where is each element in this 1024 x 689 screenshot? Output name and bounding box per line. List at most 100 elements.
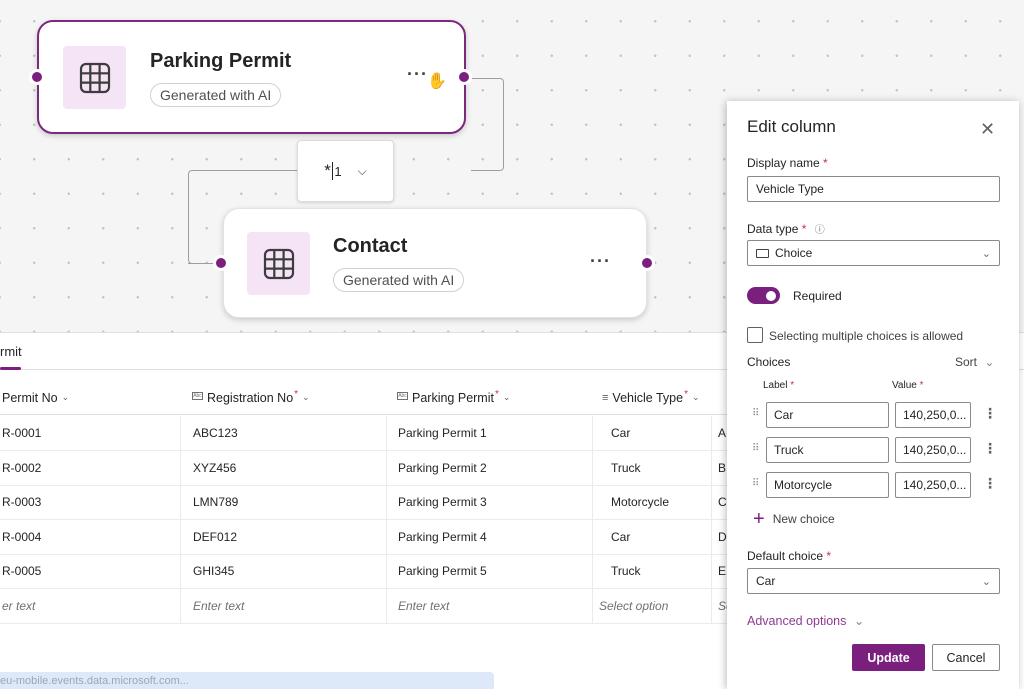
drag-handle-icon[interactable]: ⠿ bbox=[752, 408, 759, 419]
default-choice-dropdown[interactable]: Car ⌄ bbox=[747, 568, 1000, 594]
default-choice-value: Car bbox=[756, 574, 776, 588]
choice-value-input[interactable]: 140,250,0... bbox=[895, 437, 971, 463]
new-row-cell[interactable]: Select option bbox=[592, 589, 710, 623]
data-type-value: Choice bbox=[775, 246, 813, 260]
drag-handle-icon[interactable]: ⠿ bbox=[752, 478, 759, 489]
grid-cell[interactable]: R-0002 bbox=[0, 451, 178, 485]
status-url-tooltip: eu-mobile.events.data.microsoft.com... bbox=[0, 672, 494, 689]
generated-with-ai-badge: Generated with AI bbox=[333, 268, 465, 292]
cancel-button[interactable]: Cancel bbox=[932, 644, 1000, 671]
more-options-button[interactable]: ··· bbox=[407, 64, 428, 85]
relationship-cardinality-selector[interactable]: * 1 ⌵ bbox=[297, 140, 394, 202]
update-button[interactable]: Update bbox=[852, 644, 925, 671]
new-choice-label: New choice bbox=[772, 512, 835, 526]
choice-label-input[interactable]: Car bbox=[766, 402, 889, 428]
plus-icon: + bbox=[753, 508, 765, 530]
data-type-dropdown[interactable]: Choice ⌄ bbox=[747, 240, 1000, 266]
multiple-choices-checkbox[interactable] bbox=[747, 327, 763, 343]
edit-column-panel: Edit column ✕ Display name * Vehicle Typ… bbox=[727, 101, 1019, 689]
table-row[interactable]: R-0002 XYZ456 Parking Permit 2 Truck B bbox=[0, 450, 730, 486]
required-toggle[interactable] bbox=[747, 287, 780, 304]
grid-cell[interactable]: R-0001 bbox=[0, 416, 178, 450]
column-header-permit-no[interactable]: Permit No ⌄ bbox=[2, 381, 180, 414]
grid-cell[interactable]: Parking Permit 1 bbox=[386, 416, 592, 450]
header-text: Value bbox=[892, 380, 917, 391]
more-vertical-icon[interactable]: ⋮ bbox=[983, 405, 997, 422]
column-header-vehicle-type[interactable]: ≡ Vehicle Type * ⌄ bbox=[602, 381, 712, 414]
node-title: Contact bbox=[333, 235, 408, 257]
grid-cell[interactable]: Truck bbox=[592, 554, 710, 589]
column-header-registration-no[interactable]: Abc Registration No * ⌄ bbox=[192, 381, 386, 414]
close-icon[interactable]: ✕ bbox=[980, 119, 995, 140]
chevron-down-icon: ⌄ bbox=[302, 392, 310, 402]
column-header-parking-permit[interactable]: Abc Parking Permit * ⌄ bbox=[397, 381, 592, 414]
display-name-value: Vehicle Type bbox=[756, 182, 824, 196]
table-row[interactable]: R-0003 LMN789 Parking Permit 3 Motorcycle C bbox=[0, 485, 730, 521]
choice-value-value: 140,250,0... bbox=[903, 408, 967, 422]
table-row[interactable]: R-0005 GHI345 Parking Permit 5 Truck E bbox=[0, 554, 730, 590]
tab-label: rmit bbox=[0, 344, 22, 359]
active-tab-indicator bbox=[0, 367, 21, 370]
grid-cell[interactable]: Parking Permit 3 bbox=[386, 485, 592, 520]
choice-row: ⠿ Motorcycle 140,250,0... ⋮ bbox=[747, 472, 1007, 498]
table-row[interactable]: R-0001 ABC123 Parking Permit 1 Car A bbox=[0, 416, 730, 451]
grid-cell[interactable]: Parking Permit 2 bbox=[386, 450, 592, 485]
more-vertical-icon[interactable]: ⋮ bbox=[983, 440, 997, 457]
grid-cell[interactable]: Car bbox=[592, 519, 710, 554]
required-mark: * bbox=[919, 380, 924, 391]
default-choice-label: Default choice * bbox=[747, 549, 831, 563]
chevron-down-icon: ⌄ bbox=[502, 392, 511, 402]
new-row-cell[interactable]: Enter text bbox=[386, 589, 592, 623]
grid-cell[interactable]: LMN789 bbox=[180, 485, 386, 520]
new-choice-button[interactable]: + New choice bbox=[753, 508, 835, 530]
relationship-connector bbox=[471, 78, 504, 171]
new-row[interactable]: er text Enter text Enter text Select option… bbox=[0, 589, 730, 624]
grid-cell[interactable]: Car bbox=[592, 416, 710, 450]
column-header-label: Vehicle Type bbox=[612, 390, 684, 405]
grid-cell[interactable]: Parking Permit 5 bbox=[386, 554, 592, 589]
grid-cell[interactable]: R-0004 bbox=[0, 520, 178, 554]
table-row[interactable]: R-0004 DEF012 Parking Permit 4 Car D bbox=[0, 519, 730, 555]
grid-cell[interactable]: XYZ456 bbox=[180, 450, 386, 485]
choice-value-input[interactable]: 140,250,0... bbox=[895, 402, 971, 428]
table-node-parking-permit[interactable]: Parking Permit Generated with AI ··· ✋ bbox=[37, 20, 466, 134]
choice-label-input[interactable]: Truck bbox=[766, 437, 889, 463]
grid-cell[interactable]: DEF012 bbox=[180, 519, 386, 554]
more-vertical-icon[interactable]: ⋮ bbox=[983, 475, 997, 492]
connection-port-right[interactable] bbox=[639, 255, 655, 271]
more-options-button[interactable]: ··· bbox=[590, 251, 611, 272]
drag-handle-icon[interactable]: ⠿ bbox=[752, 443, 759, 454]
new-row-cell[interactable]: Enter text bbox=[180, 589, 386, 623]
table-icon bbox=[79, 62, 110, 93]
connection-port-left[interactable] bbox=[29, 69, 45, 85]
chevron-down-icon: ⌄ bbox=[981, 247, 991, 260]
hand-cursor-icon: ✋ bbox=[427, 73, 447, 90]
one-symbol: 1 bbox=[334, 163, 342, 179]
connection-port-right[interactable] bbox=[456, 69, 472, 85]
sort-button[interactable]: Sort ⌄ bbox=[955, 355, 994, 369]
choice-value-value: 140,250,0... bbox=[903, 478, 967, 492]
table-node-contact[interactable]: Contact Generated with AI ··· bbox=[223, 208, 647, 318]
choice-list-icon: ≡ bbox=[602, 391, 609, 404]
table-icon-box bbox=[63, 46, 126, 109]
choice-value-input[interactable]: 140,250,0... bbox=[895, 472, 971, 498]
text-field-icon: Abc bbox=[192, 391, 203, 400]
choice-label-input[interactable]: Motorcycle bbox=[766, 472, 889, 498]
choice-type-icon bbox=[756, 248, 769, 258]
tab-parking-permit[interactable]: rmit bbox=[0, 334, 22, 370]
display-name-input[interactable]: Vehicle Type bbox=[747, 176, 1000, 202]
info-icon[interactable]: ⓘ bbox=[815, 225, 825, 236]
grid-cell[interactable]: Truck bbox=[592, 450, 710, 485]
grid-cell[interactable]: GHI345 bbox=[180, 554, 386, 589]
required-mark: * bbox=[494, 389, 499, 400]
grid-cell[interactable]: Parking Permit 4 bbox=[386, 519, 592, 554]
grid-cell[interactable]: R-0005 bbox=[0, 554, 178, 588]
grid-cell[interactable]: Motorcycle bbox=[592, 485, 710, 520]
connection-port-left[interactable] bbox=[213, 255, 229, 271]
grid-cell[interactable]: R-0003 bbox=[0, 485, 178, 519]
grid-cell[interactable]: ABC123 bbox=[180, 416, 386, 450]
new-row-cell[interactable]: er text bbox=[0, 589, 178, 623]
sort-label: Sort bbox=[955, 355, 978, 369]
advanced-options-toggle[interactable]: Advanced options ⌄ bbox=[747, 613, 864, 628]
required-mark: * bbox=[801, 222, 807, 236]
